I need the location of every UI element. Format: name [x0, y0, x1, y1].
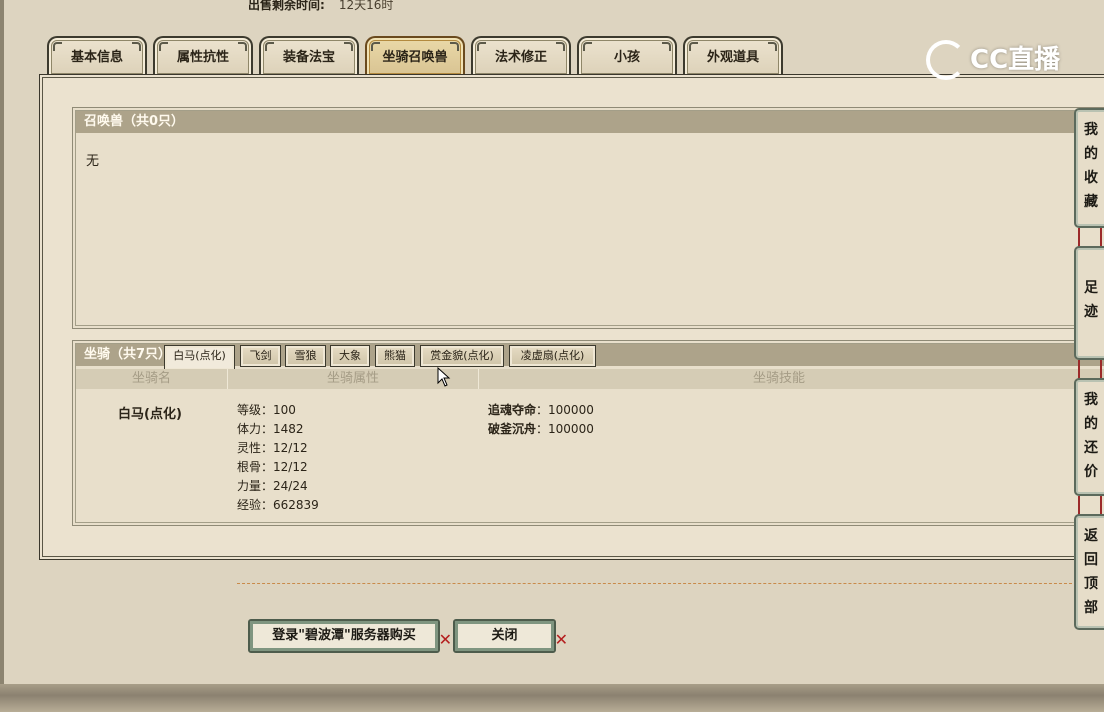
side-favorites-button[interactable]: 我的收藏: [1074, 108, 1104, 228]
attr-stamina: 体力：1482: [237, 422, 304, 436]
summon-empty-text: 无: [86, 154, 100, 169]
mount-name: 白马(点化): [118, 407, 182, 422]
divider: [237, 583, 1077, 584]
mount-tab-bounty[interactable]: 赏金貌(点化): [420, 345, 504, 367]
mouse-cursor-icon: [437, 367, 451, 387]
side-favorites-label: 我的收藏: [1084, 122, 1098, 210]
watermark: CC直播: [926, 40, 1060, 80]
mount-skills: 追魂夺命：100000 破釜沉舟：100000: [488, 401, 594, 439]
tab-attributes[interactable]: 属性抗性: [153, 36, 253, 76]
mount-tab-white-horse[interactable]: 白马(点化): [164, 345, 235, 370]
col-mount-name: 坐骑名: [131, 371, 171, 386]
mount-attributes: 等级：100 体力：1482 灵性：12/12 根骨：12/12 力量：24/2…: [237, 401, 319, 515]
summon-panel-title: 召唤兽（共0只）: [76, 111, 1104, 133]
skill-row: 破釜沉舟：100000: [488, 422, 594, 436]
mount-tab-snow-wolf[interactable]: 雪狼: [285, 345, 326, 367]
sale-time-value: 12天16时: [338, 0, 394, 12]
tab-children[interactable]: 小孩: [577, 36, 677, 76]
tab-basic-info[interactable]: 基本信息: [47, 36, 147, 76]
attr-spirit: 灵性：12/12: [237, 441, 308, 455]
tab-mounts-summons[interactable]: 坐骑召唤兽: [365, 36, 465, 76]
attr-strength: 力量：24/24: [237, 479, 308, 493]
close-mark-icon: ✕: [438, 630, 452, 649]
back-to-top-label: 返回顶部: [1084, 528, 1098, 616]
buy-button[interactable]: 登录"碧波潭"服务器购买 ✕: [248, 619, 452, 653]
mount-tab-elephant[interactable]: 大象: [330, 345, 370, 367]
attr-experience: 经验：662839: [237, 498, 319, 512]
side-connector: [1078, 228, 1102, 248]
mount-tab-flying-sword[interactable]: 飞剑: [240, 345, 281, 367]
side-offers-label: 我的还价: [1084, 392, 1098, 480]
watermark-text: CC直播: [970, 45, 1061, 75]
side-connector: [1078, 496, 1102, 516]
side-history-label: 足迹: [1084, 280, 1098, 320]
close-button[interactable]: 关闭 ✕: [453, 619, 568, 653]
tab-equipment[interactable]: 装备法宝: [259, 36, 359, 76]
sale-time: 出售剩余时间: 12天16时: [248, 0, 393, 13]
close-mark-icon: ✕: [554, 630, 568, 649]
col-mount-skills: 坐骑技能: [752, 371, 805, 386]
mount-tab-panda[interactable]: 熊猫: [375, 345, 415, 367]
tab-spell-correction[interactable]: 法术修正: [471, 36, 571, 76]
side-offers-button[interactable]: 我的还价: [1074, 378, 1104, 496]
tab-appearance[interactable]: 外观道具: [683, 36, 783, 76]
attr-level: 等级：100: [237, 403, 296, 417]
side-connector: [1078, 360, 1102, 380]
skill-row: 追魂夺命：100000: [488, 403, 594, 417]
cc-logo-icon: [926, 40, 966, 80]
bottom-band: [0, 684, 1104, 712]
sale-time-label: 出售剩余时间:: [248, 0, 325, 12]
mount-panel: 坐骑（共7只） 白马(点化) 飞剑 雪狼 大象 熊猫 赏金貌(点化) 凌虚扇(点…: [72, 340, 1104, 526]
attr-constitution: 根骨：12/12: [237, 460, 308, 474]
side-history-button[interactable]: 足迹: [1074, 246, 1104, 360]
back-to-top-button[interactable]: 返回顶部: [1074, 514, 1104, 630]
summon-panel: 召唤兽（共0只） 无: [72, 107, 1104, 329]
mount-table-header: 坐骑名 坐骑属性 坐骑技能: [76, 369, 1104, 389]
mount-tab-lingxu-fan[interactable]: 凌虚扇(点化): [509, 345, 596, 367]
